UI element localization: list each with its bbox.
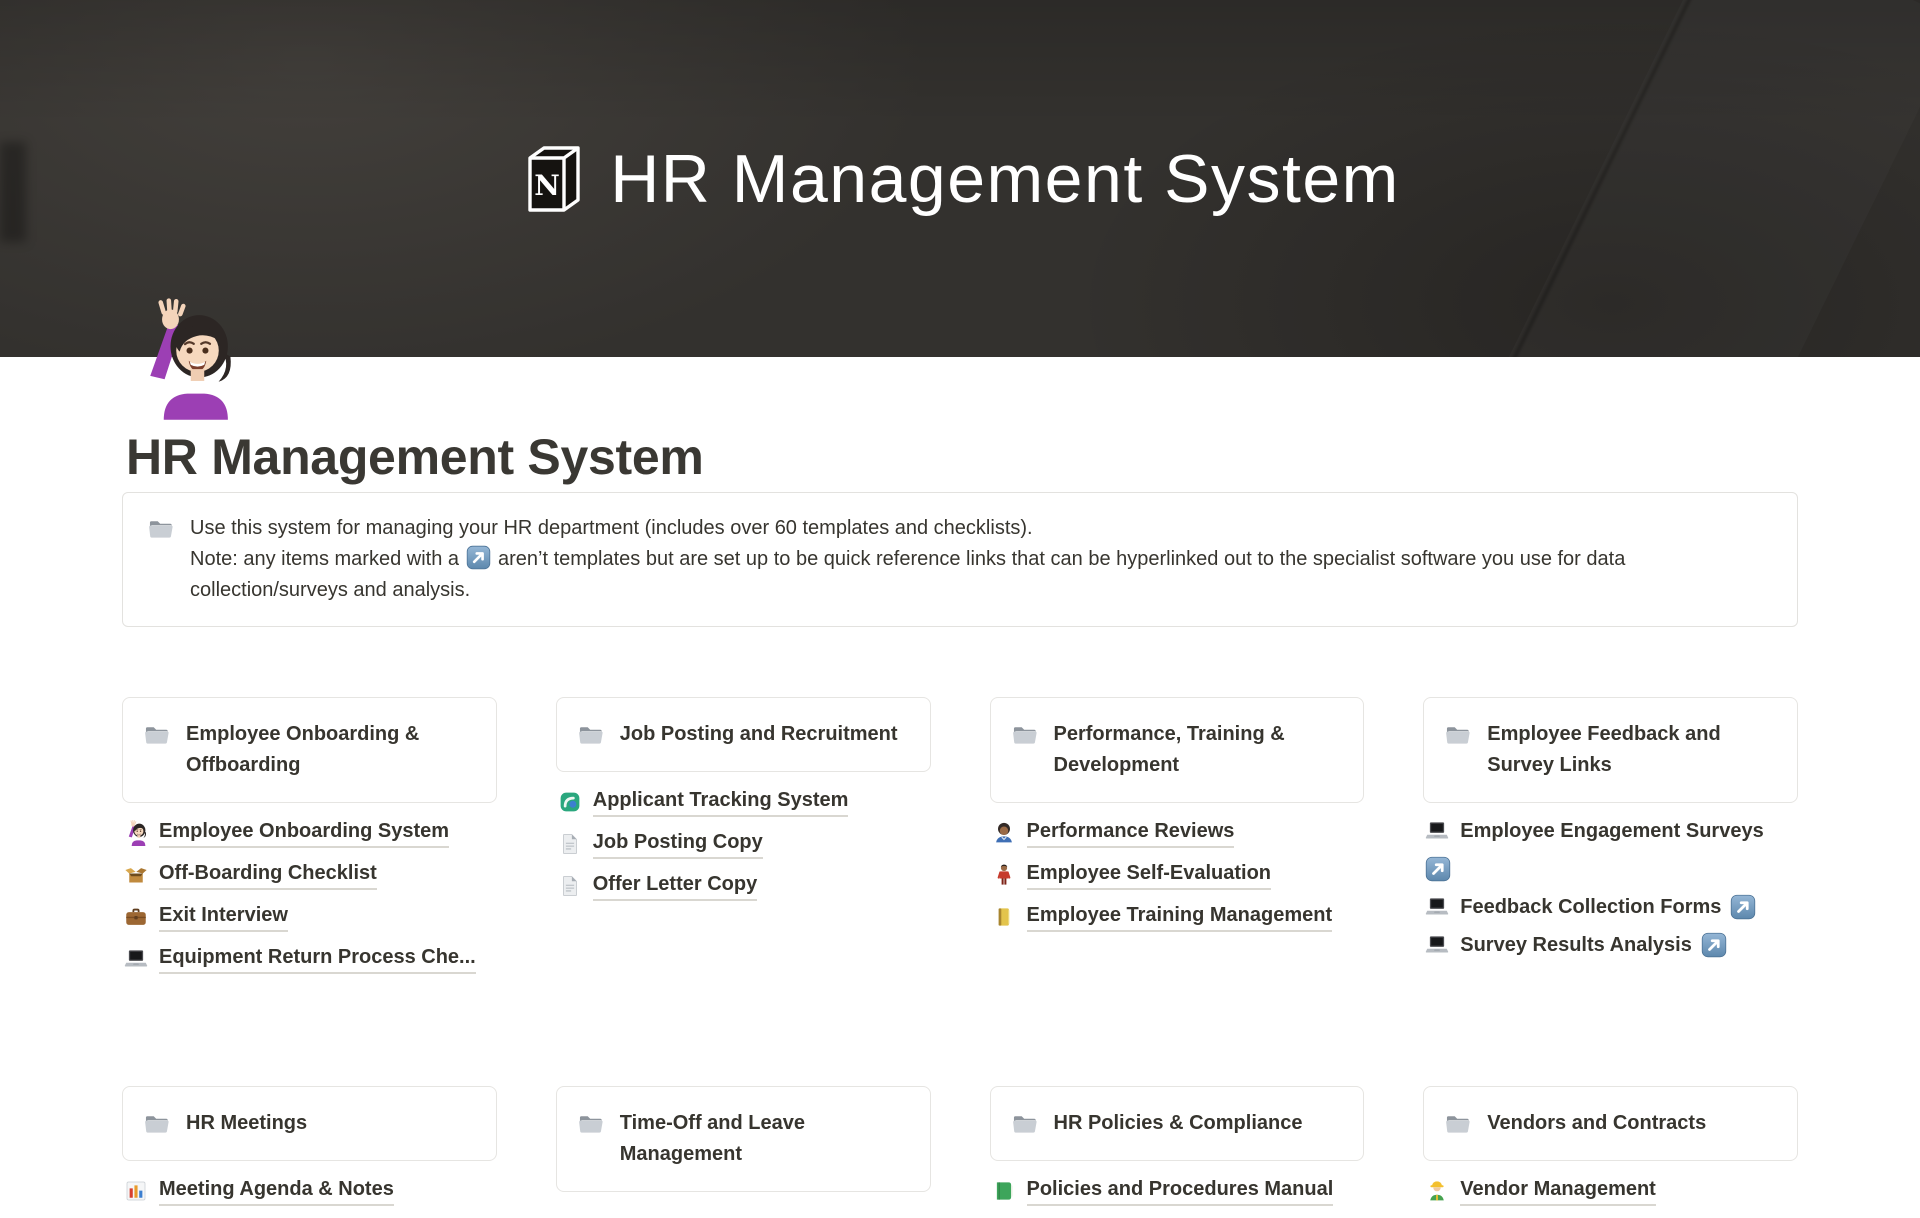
page-content: HR Management System Use this system for… bbox=[0, 298, 1920, 1218]
document-icon bbox=[558, 831, 582, 857]
column-onboarding-offboarding: Employee Onboarding & Offboarding Employ… bbox=[122, 697, 497, 986]
column-hr-meetings: HR Meetings Meeting Agenda & Notes bbox=[122, 1086, 497, 1218]
open-folder-icon bbox=[1444, 721, 1471, 748]
laptop-icon bbox=[1425, 932, 1449, 958]
link-employee-training-management[interactable]: Employee Training Management bbox=[992, 902, 1363, 932]
open-folder-icon bbox=[577, 1110, 604, 1137]
notion-logo bbox=[520, 142, 588, 216]
card-title: Vendors and Contracts bbox=[1487, 1108, 1706, 1139]
callout-line-1: Use this system for managing your HR dep… bbox=[190, 513, 1773, 544]
page-icon-woman-raising-hand[interactable] bbox=[130, 298, 238, 420]
page-title: HR Management System bbox=[126, 432, 1798, 482]
callout-line-2: Note: any items marked with aaren’t temp… bbox=[190, 544, 1773, 606]
ledger-icon bbox=[992, 904, 1016, 930]
column-time-off-leave: Time-Off and Leave Management bbox=[556, 1086, 931, 1207]
open-folder-icon bbox=[143, 721, 170, 748]
card-time-off-leave-management[interactable]: Time-Off and Leave Management bbox=[556, 1086, 931, 1192]
link-applicant-tracking-system[interactable]: Applicant Tracking System bbox=[558, 787, 929, 817]
link-meeting-agenda-notes[interactable]: Meeting Agenda & Notes bbox=[124, 1176, 495, 1206]
card-title: Employee Onboarding & Offboarding bbox=[186, 719, 476, 781]
open-folder-icon bbox=[577, 721, 604, 748]
office-worker-icon bbox=[992, 820, 1016, 846]
open-folder-icon bbox=[143, 1110, 170, 1137]
cover-title: HR Management System bbox=[610, 140, 1400, 218]
briefcase-icon bbox=[124, 904, 148, 930]
bar-chart-icon bbox=[124, 1178, 148, 1204]
card-employee-onboarding-offboarding[interactable]: Employee Onboarding & Offboarding bbox=[122, 697, 497, 803]
link-survey-results-analysis[interactable]: Survey Results Analysis bbox=[1425, 932, 1796, 958]
card-title: HR Meetings bbox=[186, 1108, 307, 1139]
laptop-icon bbox=[1425, 818, 1449, 844]
link-employee-onboarding-system[interactable]: Employee Onboarding System bbox=[124, 818, 495, 848]
card-employee-feedback-survey-links[interactable]: Employee Feedback and Survey Links bbox=[1423, 697, 1798, 803]
column-vendors-contracts: Vendors and Contracts Vendor Management bbox=[1423, 1086, 1798, 1218]
arrow-up-right-button-icon bbox=[1425, 856, 1451, 882]
document-icon bbox=[558, 873, 582, 899]
link-off-boarding-checklist[interactable]: Off-Boarding Checklist bbox=[124, 860, 495, 890]
card-hr-policies-compliance[interactable]: HR Policies & Compliance bbox=[990, 1086, 1365, 1161]
green-book-icon bbox=[992, 1178, 1016, 1204]
card-vendors-contracts[interactable]: Vendors and Contracts bbox=[1423, 1086, 1798, 1161]
bottom-card-grid: HR Meetings Meeting Agenda & Notes Time-… bbox=[122, 1086, 1798, 1218]
card-title: Time-Off and Leave Management bbox=[620, 1108, 910, 1170]
column-hr-policies-compliance: HR Policies & Compliance Policies and Pr… bbox=[990, 1086, 1365, 1218]
open-folder-icon bbox=[147, 515, 174, 542]
open-box-icon bbox=[124, 862, 148, 888]
arrow-up-right-button-icon bbox=[1701, 932, 1727, 958]
link-feedback-collection-forms[interactable]: Feedback Collection Forms bbox=[1425, 894, 1796, 920]
arrow-up-right-button-icon bbox=[1730, 894, 1756, 920]
link-exit-interview[interactable]: Exit Interview bbox=[124, 902, 495, 932]
card-title: Job Posting and Recruitment bbox=[620, 719, 898, 750]
link-vendor-management[interactable]: Vendor Management bbox=[1425, 1176, 1796, 1206]
laptop-icon bbox=[124, 946, 148, 972]
arrow-up-right-button-icon bbox=[466, 545, 491, 570]
link-job-posting-copy[interactable]: Job Posting Copy bbox=[558, 829, 929, 859]
card-title: Employee Feedback and Survey Links bbox=[1487, 719, 1777, 781]
card-hr-meetings[interactable]: HR Meetings bbox=[122, 1086, 497, 1161]
woman-raising-hand-icon bbox=[124, 820, 148, 846]
callout-text: Use this system for managing your HR dep… bbox=[190, 513, 1773, 606]
open-folder-icon bbox=[1011, 721, 1038, 748]
laptop-icon bbox=[1425, 894, 1449, 920]
link-equipment-return-process[interactable]: Equipment Return Process Che... bbox=[124, 944, 495, 974]
cover-image: HR Management System bbox=[0, 0, 1920, 357]
link-offer-letter-copy[interactable]: Offer Letter Copy bbox=[558, 871, 929, 901]
ats-app-icon bbox=[558, 789, 582, 815]
person-in-red-icon bbox=[992, 862, 1016, 888]
link-performance-reviews[interactable]: Performance Reviews bbox=[992, 818, 1363, 848]
top-card-grid: Employee Onboarding & Offboarding Employ… bbox=[122, 697, 1798, 986]
open-folder-icon bbox=[1444, 1110, 1471, 1137]
card-performance-training-development[interactable]: Performance, Training & Development bbox=[990, 697, 1365, 803]
column-job-posting-recruitment: Job Posting and Recruitment Applicant Tr… bbox=[556, 697, 931, 913]
open-folder-icon bbox=[1011, 1110, 1038, 1137]
card-title: Performance, Training & Development bbox=[1054, 719, 1344, 781]
link-policies-procedures-manual[interactable]: Policies and Procedures Manual bbox=[992, 1176, 1363, 1206]
description-callout: Use this system for managing your HR dep… bbox=[122, 492, 1798, 627]
card-title: HR Policies & Compliance bbox=[1054, 1108, 1303, 1139]
column-feedback-survey-links: Employee Feedback and Survey Links Emplo… bbox=[1423, 697, 1798, 970]
link-employee-engagement-surveys[interactable]: Employee Engagement Surveys bbox=[1425, 818, 1796, 882]
link-employee-self-evaluation[interactable]: Employee Self-Evaluation bbox=[992, 860, 1363, 890]
card-job-posting-recruitment[interactable]: Job Posting and Recruitment bbox=[556, 697, 931, 772]
construction-worker-icon bbox=[1425, 1178, 1449, 1204]
column-performance-training: Performance, Training & Development Perf… bbox=[990, 697, 1365, 944]
